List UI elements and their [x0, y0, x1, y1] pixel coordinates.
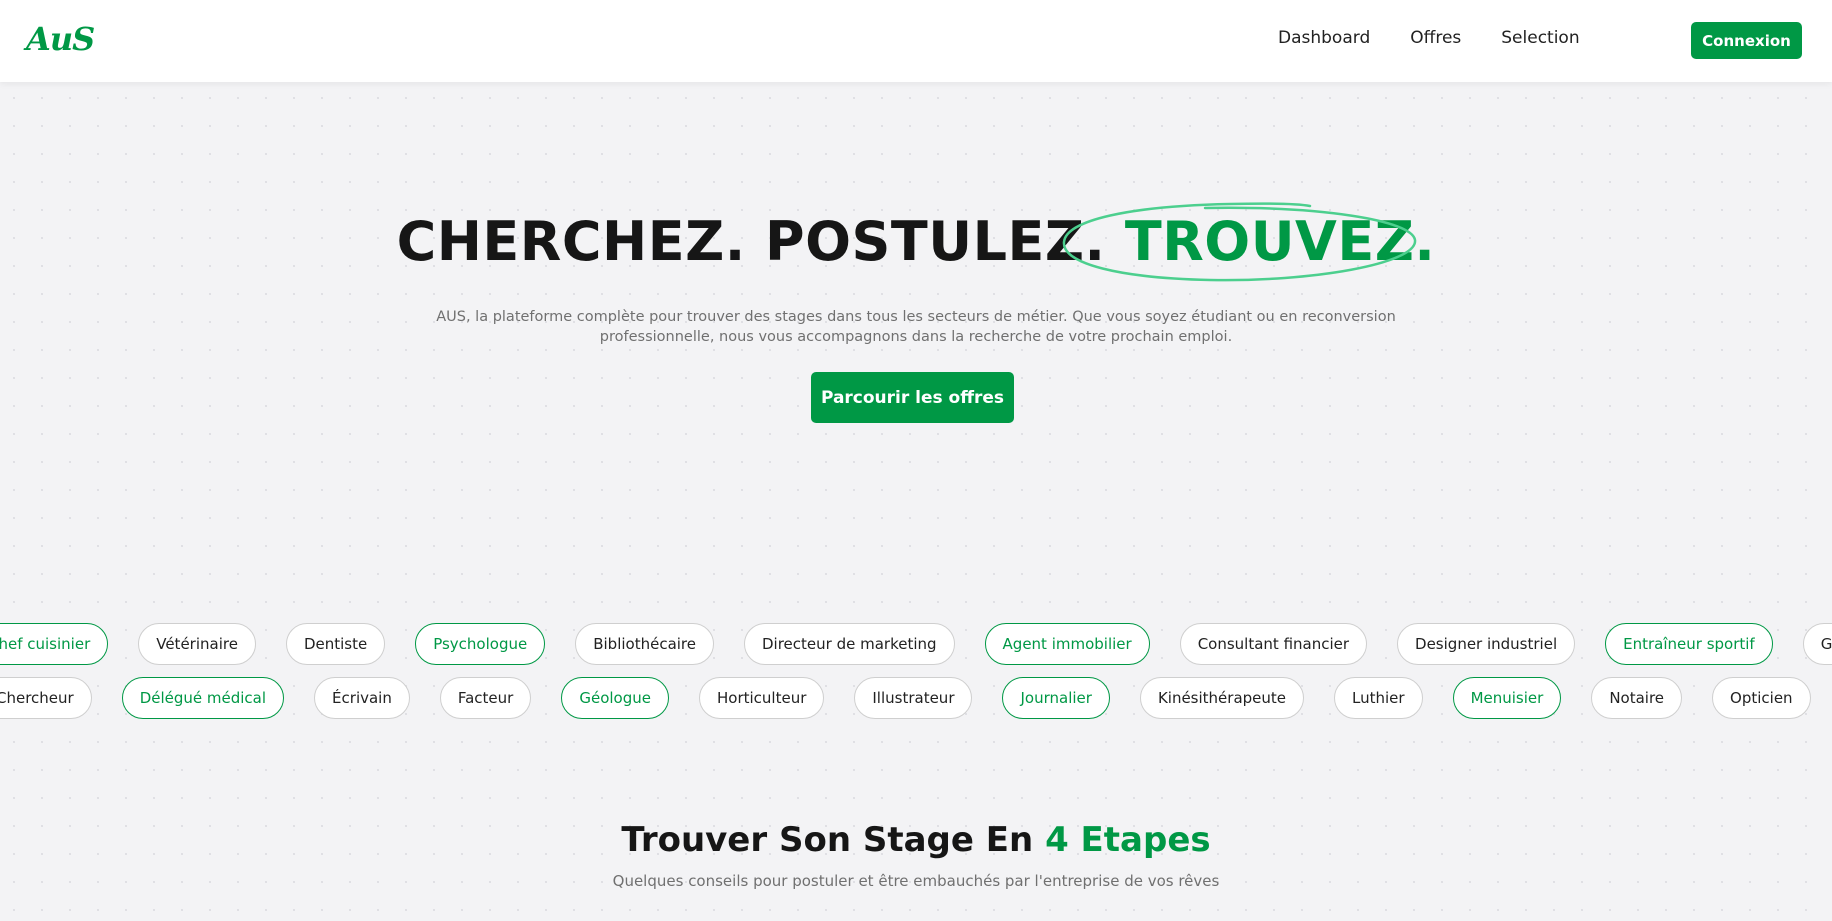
nav-link-selection[interactable]: Selection — [1501, 28, 1579, 48]
browse-offers-button[interactable]: Parcourir les offres — [811, 372, 1014, 423]
profession-tag[interactable]: Designer industriel — [1397, 623, 1576, 665]
profession-tag[interactable]: Horticulteur — [698, 677, 825, 719]
professions-row-2: Chercheur Délégué médical Écrivain Facteur G… — [0, 677, 1832, 719]
profession-tag[interactable]: Psychologue — [415, 623, 546, 665]
profession-tag[interactable]: Délégué médical — [121, 677, 285, 719]
profession-tag[interactable]: Bibliothécaire — [575, 623, 714, 665]
profession-tag[interactable]: Journalier — [1002, 677, 1110, 719]
profession-tag[interactable]: Menuisier — [1452, 677, 1562, 719]
profession-tag[interactable]: Écrivain — [314, 677, 410, 719]
login-button[interactable]: Connexion — [1691, 22, 1802, 59]
profession-tag[interactable]: Directeur de marketing — [744, 623, 955, 665]
steps-title-main: Trouver Son Stage En — [621, 820, 1034, 860]
hero-title-main: CHERCHEZ. POSTULEZ. — [396, 210, 1106, 273]
profession-tag[interactable]: Facteur — [439, 677, 532, 719]
hero-subtitle: AUS, la plateforme complète pour trouver… — [436, 309, 1396, 345]
steps-title: Trouver Son Stage En 4 Etapes — [0, 820, 1832, 860]
profession-tag[interactable]: Géologue — [561, 677, 669, 719]
profession-tag[interactable]: Kinésithérapeute — [1139, 677, 1305, 719]
profession-tag[interactable]: Illustrateur — [854, 677, 973, 719]
profession-tag[interactable]: Opticien — [1712, 677, 1811, 719]
profession-tag[interactable]: Dentiste — [285, 623, 386, 665]
profession-tag[interactable]: Entraîneur sportif — [1605, 623, 1773, 665]
profession-tag[interactable]: Chercheur — [0, 677, 92, 719]
steps-title-accent: 4 Etapes — [1045, 820, 1211, 860]
profession-tag[interactable]: Notaire — [1591, 677, 1683, 719]
main-nav: Dashboard Offres Selection — [1278, 28, 1620, 48]
profession-tag[interactable]: Agent immobilier — [984, 623, 1150, 665]
profession-tag[interactable]: Vétérinaire — [138, 623, 256, 665]
profession-tag[interactable]: Luthier — [1334, 677, 1423, 719]
profession-tag[interactable]: Chef cuisinier — [0, 623, 109, 665]
professions-track-1: Chef cuisinier Vétérinaire Dentiste Psychol… — [0, 623, 1832, 665]
professions-row-1: Chef cuisinier Vétérinaire Dentiste Psychol… — [0, 623, 1832, 665]
hero-title: CHERCHEZ. POSTULEZ. TROUVEZ. — [0, 210, 1832, 273]
circle-scribble-decoration — [1062, 202, 1417, 282]
profession-tag[interactable]: Consultant financier — [1179, 623, 1368, 665]
profession-tag[interactable]: Géomètre — [1802, 623, 1832, 665]
steps-subtitle: Quelques conseils pour postuler et être … — [612, 872, 1220, 890]
nav-link-dashboard[interactable]: Dashboard — [1278, 28, 1370, 48]
professions-track-2: Chercheur Délégué médical Écrivain Facteur G… — [0, 677, 1832, 719]
nav-link-offres[interactable]: Offres — [1410, 28, 1461, 48]
navbar: AuS Dashboard Offres Selection Connexion — [0, 0, 1832, 82]
aus-logo[interactable]: AuS — [26, 20, 95, 58]
